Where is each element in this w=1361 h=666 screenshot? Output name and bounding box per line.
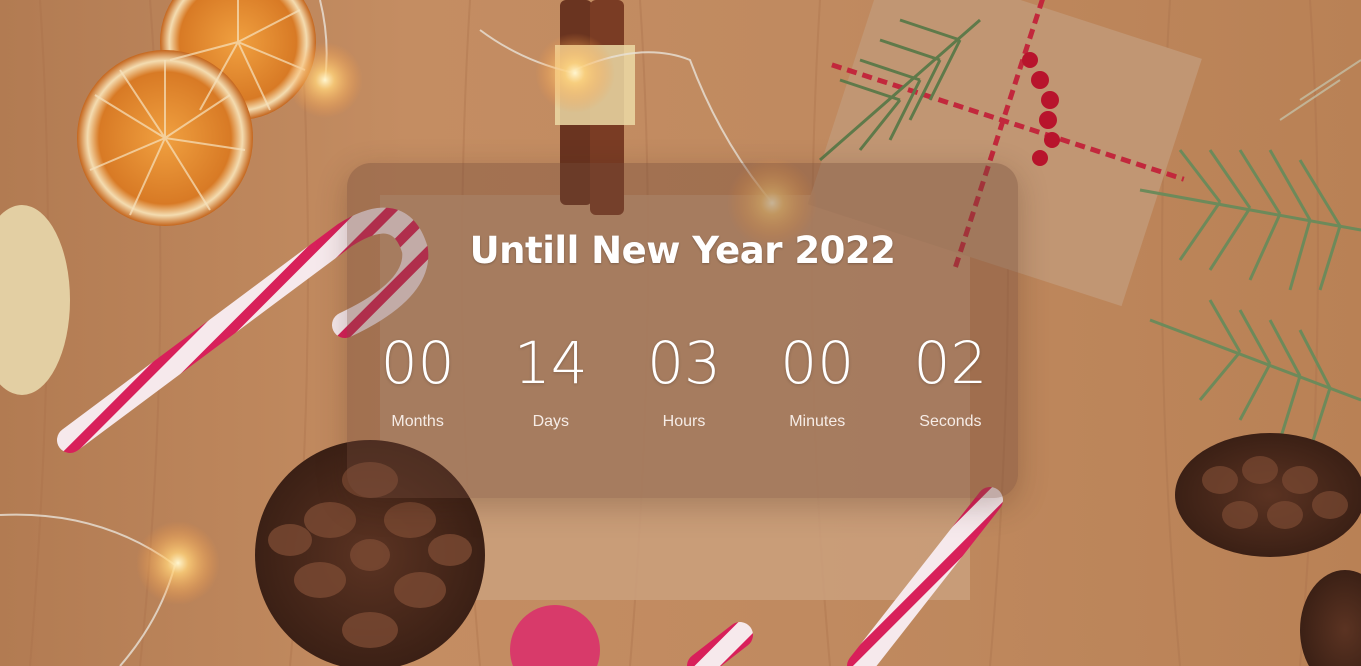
months-value: 00 bbox=[380, 329, 455, 397]
countdown-title: Untill New Year 2022 bbox=[469, 229, 896, 272]
seconds-value: 02 bbox=[913, 329, 988, 397]
hours-label: Hours bbox=[662, 413, 706, 430]
seconds-label: Seconds bbox=[919, 413, 982, 430]
countdown-months: 00 Months bbox=[351, 327, 484, 437]
countdown-card: Untill New Year 2022 00 Months 14 Days 0… bbox=[347, 163, 1018, 498]
countdown-minutes: 00 Minutes bbox=[751, 327, 884, 437]
days-value: 14 bbox=[513, 329, 588, 397]
days-label: Days bbox=[532, 413, 570, 430]
minutes-label: Minutes bbox=[789, 413, 846, 430]
countdown-hours: 03 Hours bbox=[617, 327, 750, 437]
minutes-value: 00 bbox=[780, 329, 855, 397]
countdown-seconds: 02 Seconds bbox=[884, 327, 1017, 437]
countdown-units: 00 Months 14 Days 03 Hours 00 Minutes 02… bbox=[351, 327, 1017, 437]
months-label: Months bbox=[391, 413, 444, 430]
countdown-days: 14 Days bbox=[484, 327, 617, 437]
hours-value: 03 bbox=[647, 329, 721, 397]
